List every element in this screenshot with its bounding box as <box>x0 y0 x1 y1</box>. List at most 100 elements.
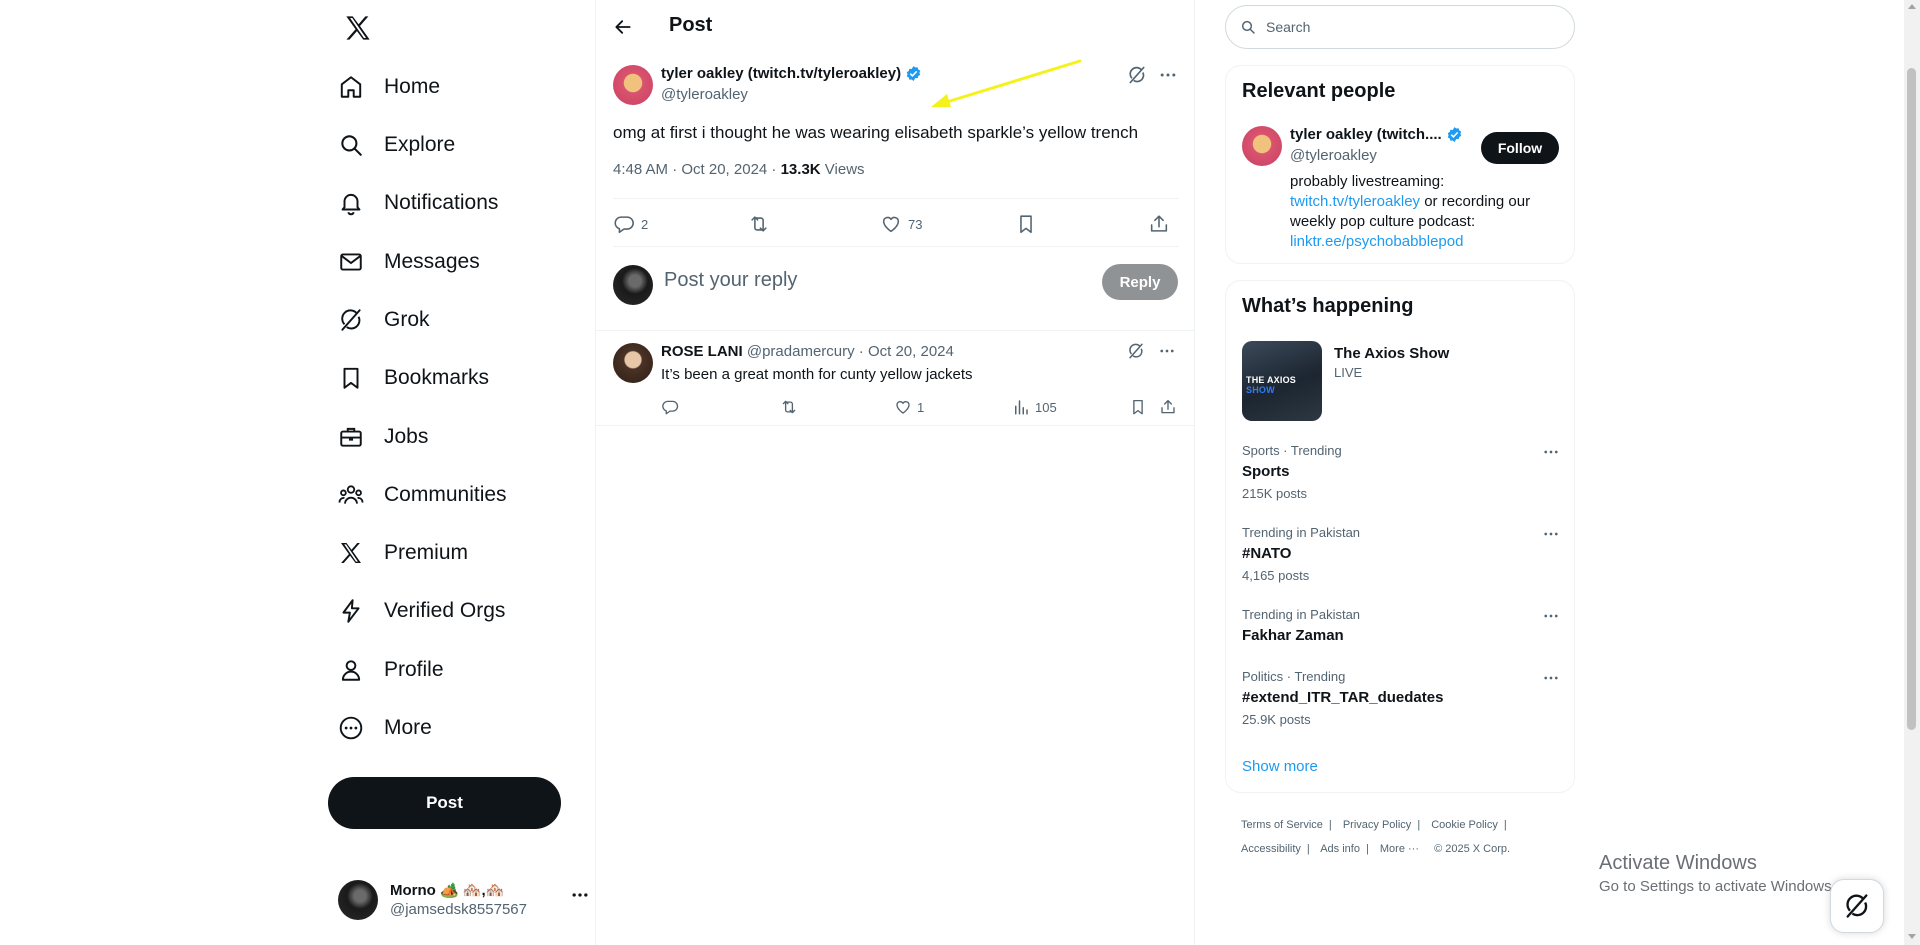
footer-links: Terms of Service | Privacy Policy | Cookie… <box>1241 819 1511 855</box>
main-column: Post tyler oakley (twitch.tv/tyleroakley… <box>595 0 1195 945</box>
views-action[interactable]: 105 <box>1012 394 1057 420</box>
trend-context: Politics · Trending <box>1242 669 1346 684</box>
trend-context: Sports · Trending <box>1242 443 1342 458</box>
nav-bookmarks[interactable]: Bookmarks <box>328 353 489 403</box>
nav-label: More <box>384 716 432 739</box>
reply-action[interactable]: 2 <box>613 206 648 242</box>
reply-author-handle[interactable]: @pradamercury <box>747 343 855 360</box>
search-input[interactable] <box>1264 18 1554 36</box>
briefcase-icon <box>336 422 366 452</box>
thumbnail-text: SHOW <box>1246 385 1275 395</box>
post-timestamp[interactable]: 4:48 AM · Oct 20, 2024 · <box>613 161 781 178</box>
grok-floating-button[interactable] <box>1830 879 1884 933</box>
scroll-down-arrow-icon[interactable] <box>1908 934 1916 939</box>
bookmark-action[interactable] <box>1015 206 1037 242</box>
thumbnail-text: THE AXIOS <box>1246 375 1296 385</box>
nav-jobs[interactable]: Jobs <box>328 412 428 462</box>
watermark-line: Go to Settings to activate Windows. <box>1599 878 1836 895</box>
post-actions: 2 73 <box>613 206 1179 242</box>
like-action[interactable]: 73 <box>880 206 922 242</box>
person-handle[interactable]: @tyleroakley <box>1290 147 1377 164</box>
share-action[interactable] <box>1148 206 1170 242</box>
bio-link[interactable]: linktr.ee/psychobabblepod <box>1290 233 1463 250</box>
reply-text: It’s been a great month for cunty yellow… <box>661 366 973 383</box>
ads-info-link[interactable]: Ads info <box>1320 843 1360 855</box>
reply-button[interactable]: Reply <box>1102 264 1178 300</box>
nav-profile[interactable]: Profile <box>328 645 444 695</box>
x-logo-icon[interactable] <box>338 10 378 46</box>
more-icon[interactable] <box>570 885 590 905</box>
trend-count: 4,165 posts <box>1242 568 1310 583</box>
more-icon[interactable] <box>1158 342 1176 360</box>
heart-icon <box>894 398 912 416</box>
reply-author-name[interactable]: ROSE LANI <box>661 343 743 360</box>
relevant-people-card: Relevant people tyler oakley (twitch....… <box>1225 65 1575 264</box>
bell-icon <box>336 188 366 218</box>
page-scrollbar[interactable] <box>1904 0 1920 945</box>
divider <box>613 246 1179 247</box>
avatar[interactable] <box>613 65 653 105</box>
nav-label: Communities <box>384 483 507 506</box>
author-name[interactable]: tyler oakley (twitch.tv/tyleroakley) <box>661 65 901 82</box>
avatar <box>613 265 653 305</box>
trend-item[interactable]: Sports · Trending Sports 215K posts <box>1242 443 1560 501</box>
nav-premium[interactable]: Premium <box>328 528 468 578</box>
share-action[interactable] <box>1159 394 1177 420</box>
nav-grok[interactable]: Grok <box>328 295 430 345</box>
grok-icon <box>1843 892 1871 920</box>
repost-action[interactable] <box>779 394 799 420</box>
show-more-link[interactable]: Show more <box>1242 758 1318 775</box>
bio-link[interactable]: twitch.tv/tyleroakley <box>1290 193 1420 210</box>
nav-verified-orgs[interactable]: Verified Orgs <box>328 586 505 636</box>
privacy-link[interactable]: Privacy Policy <box>1343 819 1411 831</box>
grok-icon[interactable] <box>1127 342 1145 360</box>
account-switcher[interactable]: Morno 🏕️ 🏘️,🏘️ @jamsedsk8557567 <box>338 877 588 923</box>
more-icon[interactable] <box>1158 65 1178 85</box>
accessibility-link[interactable]: Accessibility <box>1241 843 1301 855</box>
card-title: Relevant people <box>1242 80 1396 102</box>
reply-action[interactable] <box>661 394 679 420</box>
nav-notifications[interactable]: Notifications <box>328 178 498 228</box>
avatar[interactable] <box>613 343 653 383</box>
nav-messages[interactable]: Messages <box>328 237 480 287</box>
person-name[interactable]: tyler oakley (twitch.... <box>1290 126 1442 143</box>
bookmark-icon <box>336 363 366 393</box>
author-handle[interactable]: @tyleroakley <box>661 86 748 103</box>
reply-post[interactable]: ROSE LANI @pradamercury · Oct 20, 2024 I… <box>596 331 1195 426</box>
trend-context: Trending in Pakistan <box>1242 525 1361 540</box>
nav-more[interactable]: More <box>328 703 432 753</box>
more-icon[interactable] <box>1542 525 1560 543</box>
like-action[interactable]: 1 <box>894 394 924 420</box>
nav-explore[interactable]: Explore <box>328 120 455 170</box>
bookmark-action[interactable] <box>1129 394 1147 420</box>
search-box[interactable] <box>1225 5 1575 49</box>
more-icon[interactable] <box>1542 443 1560 461</box>
terms-link[interactable]: Terms of Service <box>1241 819 1323 831</box>
follow-button[interactable]: Follow <box>1481 132 1559 164</box>
reply-date[interactable]: · Oct 20, 2024 <box>859 343 954 360</box>
scrollbar-thumb[interactable] <box>1907 68 1916 730</box>
avatar[interactable] <box>1242 126 1282 166</box>
more-link[interactable]: More ··· <box>1380 843 1419 855</box>
search-icon <box>1240 19 1256 35</box>
back-arrow-icon[interactable] <box>608 12 638 42</box>
scroll-up-arrow-icon[interactable] <box>1908 4 1916 9</box>
nav-communities[interactable]: Communities <box>328 470 507 520</box>
nav-label: Home <box>384 75 441 98</box>
trend-item[interactable]: Trending in Pakistan #NATO 4,165 posts <box>1242 525 1560 583</box>
share-icon <box>1148 213 1170 235</box>
post-button[interactable]: Post <box>328 777 561 829</box>
repost-action[interactable] <box>747 206 771 242</box>
more-icon[interactable] <box>1542 669 1560 687</box>
cookie-link[interactable]: Cookie Policy <box>1431 819 1498 831</box>
reply-input[interactable] <box>664 269 1064 292</box>
more-icon[interactable] <box>1542 607 1560 625</box>
trend-item[interactable]: Politics · Trending #extend_ITR_TAR_dued… <box>1242 669 1560 727</box>
trend-item[interactable]: Trending in Pakistan Fakhar Zaman <box>1242 607 1560 644</box>
x-logo-icon <box>336 538 366 568</box>
heart-icon <box>880 213 902 235</box>
nav-home[interactable]: Home <box>328 62 440 112</box>
grok-icon <box>336 305 366 335</box>
live-event[interactable]: THE AXIOS SHOW The Axios Show LIVE <box>1242 341 1572 423</box>
grok-icon[interactable] <box>1127 65 1147 85</box>
